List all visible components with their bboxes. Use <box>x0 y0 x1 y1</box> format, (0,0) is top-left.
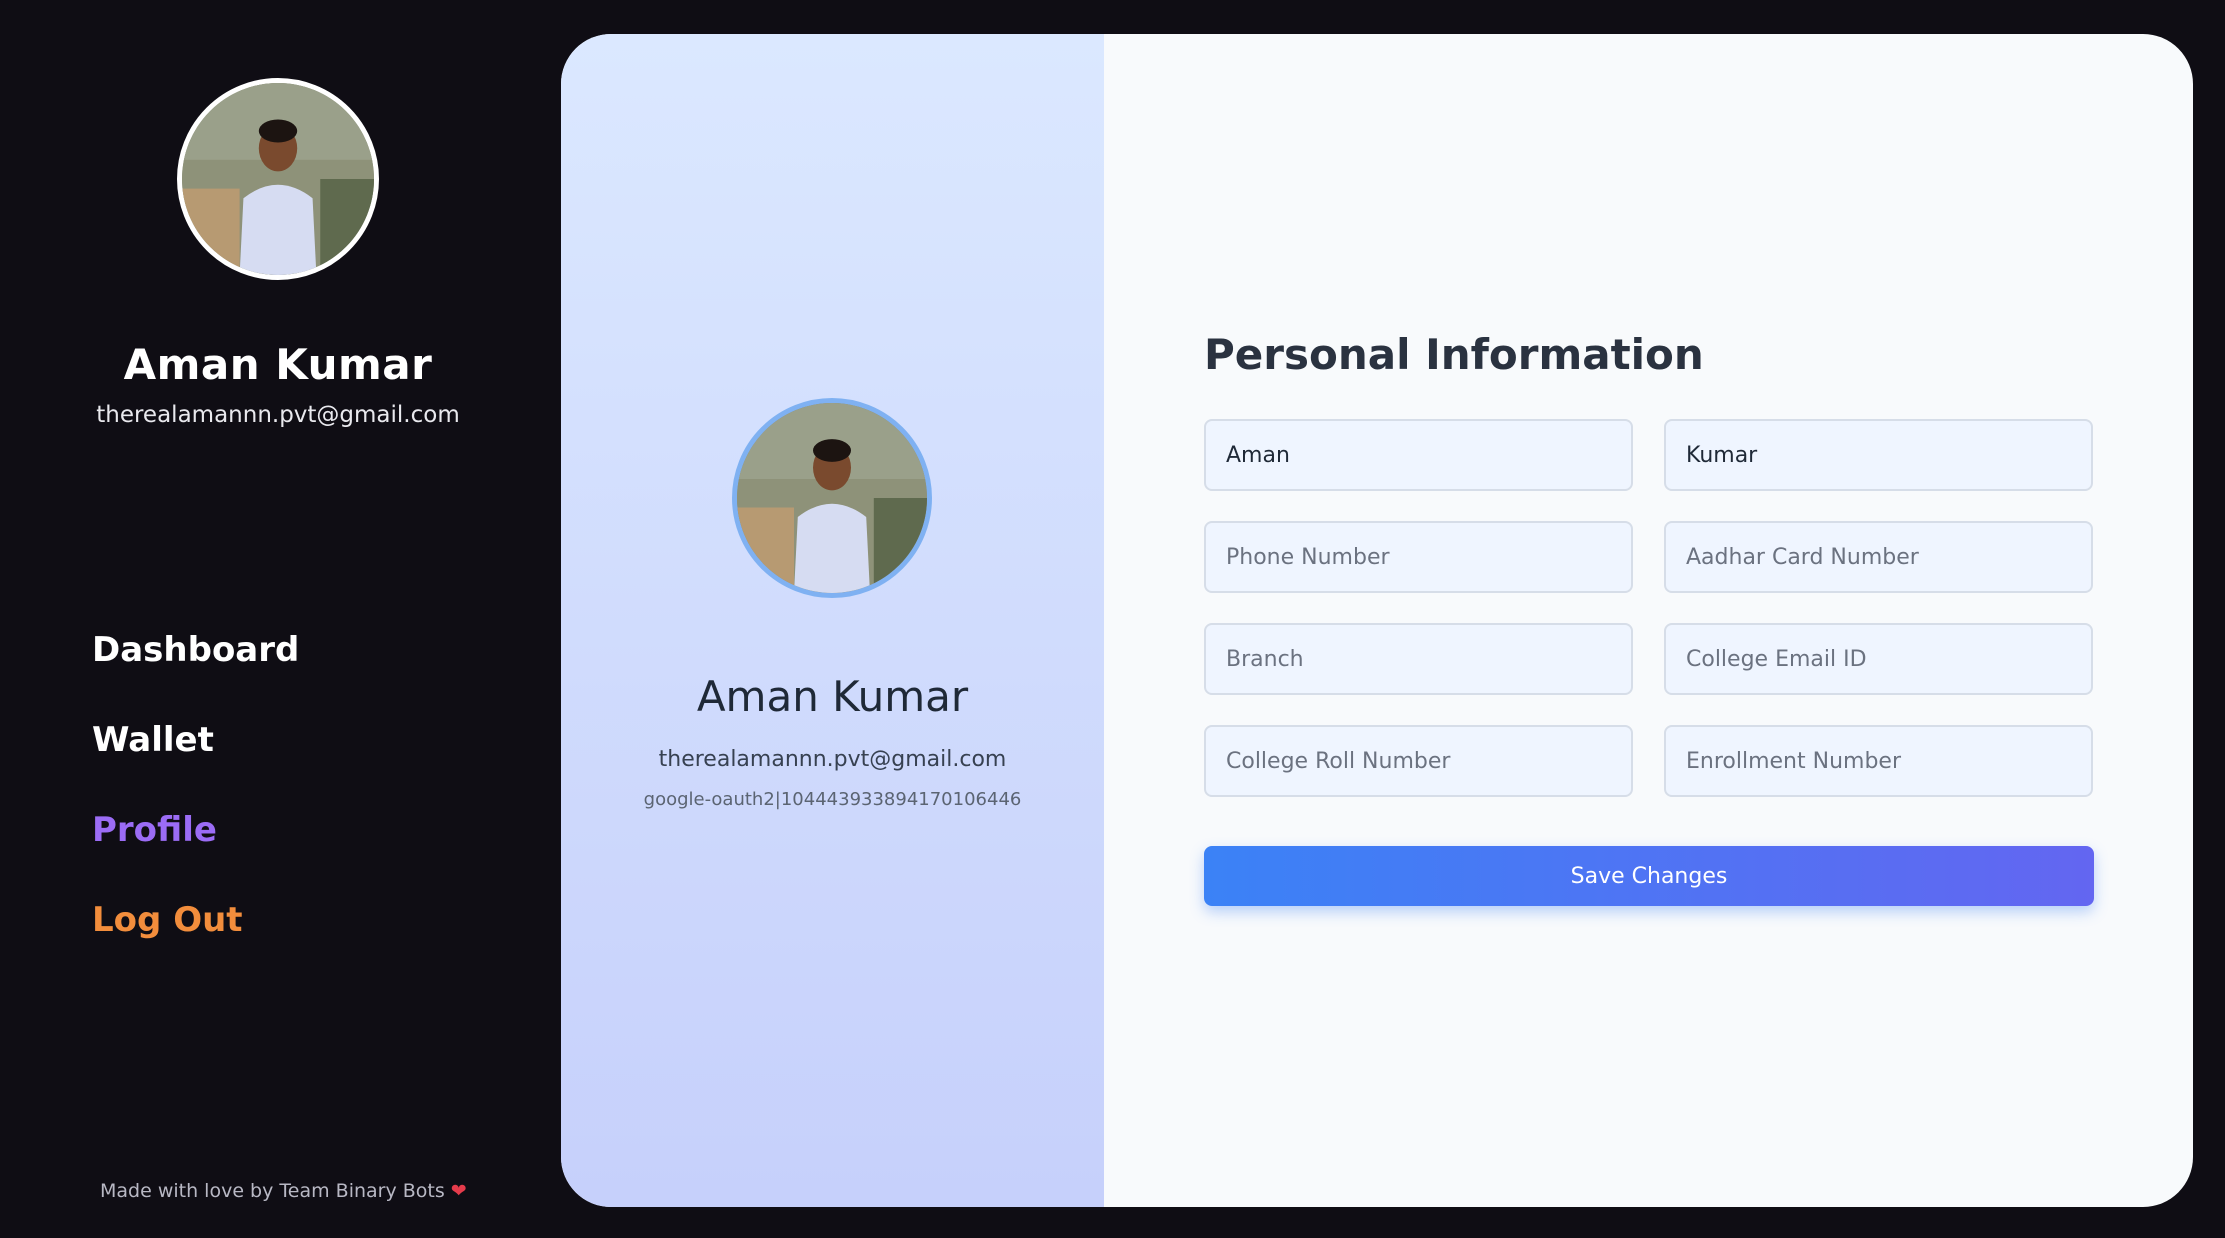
nav-dashboard[interactable]: Dashboard <box>92 625 299 715</box>
personal-info-form: Personal Information Save Changes <box>1204 34 2094 1207</box>
avatar-photo <box>737 403 927 593</box>
college-email-input[interactable] <box>1664 623 2093 695</box>
profile-email: therealamannn.pvt@gmail.com <box>658 747 1007 772</box>
profile-oauth-id: google-oauth2|104443933894170106446 <box>643 789 1022 810</box>
last-name-input[interactable] <box>1664 419 2093 491</box>
profile-summary-panel: Aman Kumar therealamannn.pvt@gmail.com g… <box>561 34 1104 1207</box>
footer-text: Made with love by Team Binary Bots <box>100 1180 445 1202</box>
sidebar: Aman Kumar therealamannn.pvt@gmail.com D… <box>0 0 560 1238</box>
sidebar-user-email: therealamannn.pvt@gmail.com <box>96 402 460 428</box>
sidebar-user-name: Aman Kumar <box>123 340 433 389</box>
phone-number-input[interactable] <box>1204 521 1633 593</box>
nav-wallet[interactable]: Wallet <box>92 715 299 805</box>
enrollment-number-input[interactable] <box>1664 725 2093 797</box>
first-name-input[interactable] <box>1204 419 1633 491</box>
nav-profile[interactable]: Profile <box>92 805 299 895</box>
aadhar-number-input[interactable] <box>1664 521 2093 593</box>
sidebar-avatar <box>177 78 379 280</box>
avatar-photo <box>182 83 374 275</box>
profile-name: Aman Kumar <box>696 672 969 721</box>
save-changes-button[interactable]: Save Changes <box>1204 846 2094 906</box>
footer-credit: Made with love by Team Binary Bots ❤ <box>100 1180 467 1202</box>
branch-input[interactable] <box>1204 623 1633 695</box>
form-title: Personal Information <box>1204 330 1704 379</box>
heart-icon: ❤ <box>450 1180 467 1202</box>
sidebar-nav: Dashboard Wallet Profile Log Out <box>92 625 299 985</box>
profile-card: Aman Kumar therealamannn.pvt@gmail.com g… <box>561 34 2193 1207</box>
roll-number-input[interactable] <box>1204 725 1633 797</box>
profile-avatar <box>732 398 932 598</box>
nav-logout[interactable]: Log Out <box>92 895 299 985</box>
